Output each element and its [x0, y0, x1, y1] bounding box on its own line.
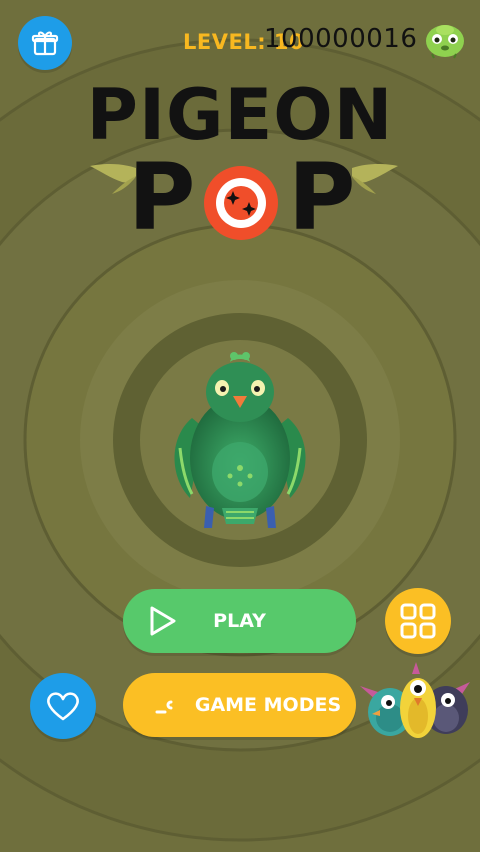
logo-title-line1: PIGEON	[86, 74, 394, 156]
target-icon	[204, 166, 278, 240]
gift-icon	[31, 31, 59, 56]
birds-group-icon[interactable]	[358, 660, 474, 742]
grid-icon	[400, 603, 436, 639]
logo-letter-p-right: P	[288, 144, 356, 251]
play-button[interactable]: PLAY	[123, 589, 356, 653]
grid-button[interactable]	[385, 588, 451, 654]
game-modes-button[interactable]: GAME MODES	[123, 673, 356, 737]
play-icon	[150, 606, 176, 636]
game-modes-label: GAME MODES	[194, 694, 342, 716]
heart-icon	[47, 692, 79, 721]
heart-button[interactable]	[30, 673, 96, 739]
player-avatar[interactable]	[422, 18, 468, 60]
logo-letter-p-left: P	[128, 144, 196, 251]
green-bird-avatar-icon	[426, 25, 464, 59]
gift-button[interactable]	[18, 16, 72, 70]
game-modes-icon	[155, 700, 173, 714]
coin-counter: 100000016	[264, 24, 418, 54]
green-pigeon-icon	[174, 352, 306, 528]
